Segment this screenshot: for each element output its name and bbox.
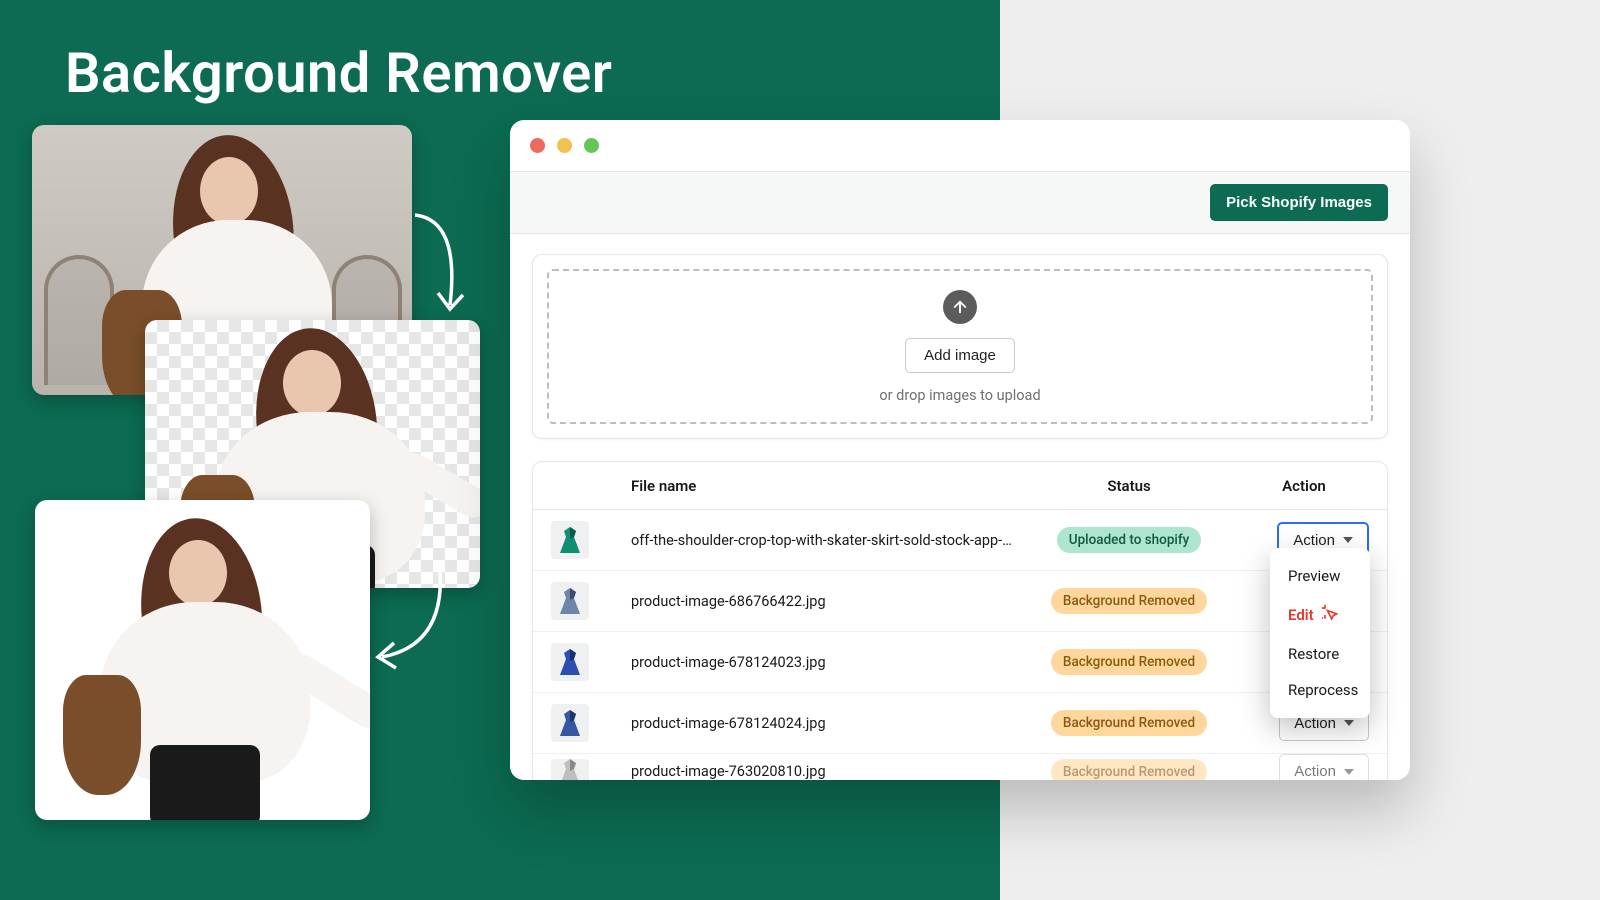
menu-preview[interactable]: Preview <box>1270 558 1370 594</box>
action-menu: Preview Edit Restore Reprocess <box>1270 548 1370 718</box>
menu-reprocess[interactable]: Reprocess <box>1270 672 1370 708</box>
toolbar: Pick Shopify Images <box>510 172 1410 234</box>
table-header: File name Status Action <box>533 462 1387 510</box>
arrow-icon <box>405 210 475 325</box>
dropzone[interactable]: Add image or drop images to upload <box>547 269 1373 424</box>
window-titlebar <box>510 120 1410 172</box>
col-action: Action <box>1239 477 1369 495</box>
col-file: File name <box>631 477 1019 495</box>
minimize-icon[interactable] <box>557 138 572 153</box>
table-row: product-image-686766422.jpg Background Re… <box>533 571 1387 632</box>
col-status: Status <box>1029 477 1229 495</box>
row-thumbnail <box>551 521 589 559</box>
menu-edit[interactable]: Edit <box>1270 594 1370 636</box>
add-image-button[interactable]: Add image <box>905 338 1015 373</box>
row-thumbnail <box>551 704 589 742</box>
close-icon[interactable] <box>530 138 545 153</box>
app-window: Pick Shopify Images Add image or drop im… <box>510 120 1410 780</box>
table-row: product-image-678124024.jpg Background Re… <box>533 693 1387 754</box>
page-title: Background Remover <box>65 40 612 106</box>
row-filename: product-image-686766422.jpg <box>631 593 1019 610</box>
chevron-down-icon <box>1344 769 1354 775</box>
preview-card-white <box>35 500 370 820</box>
table-row: off-the-shoulder-crop-top-with-skater-sk… <box>533 510 1387 571</box>
maximize-icon[interactable] <box>584 138 599 153</box>
chevron-down-icon <box>1344 720 1354 726</box>
cursor-click-icon <box>1320 603 1340 627</box>
status-badge: Background Removed <box>1051 588 1207 614</box>
row-thumbnail <box>551 582 589 620</box>
images-table: File name Status Action off-the-shoulder… <box>532 461 1388 780</box>
menu-restore[interactable]: Restore <box>1270 636 1370 672</box>
pick-shopify-images-button[interactable]: Pick Shopify Images <box>1210 184 1388 221</box>
row-thumbnail <box>551 643 589 681</box>
row-thumbnail <box>551 759 589 781</box>
table-row: product-image-678124023.jpg Background Re… <box>533 632 1387 693</box>
status-badge: Background Removed <box>1051 759 1207 781</box>
menu-edit-label: Edit <box>1288 606 1314 624</box>
upload-card: Add image or drop images to upload <box>532 254 1388 439</box>
upload-icon <box>943 290 977 324</box>
arrow-icon <box>370 565 450 675</box>
row-action-button[interactable]: Action <box>1279 754 1369 780</box>
status-badge: Background Removed <box>1051 710 1207 736</box>
status-badge: Uploaded to shopify <box>1057 527 1201 553</box>
dropzone-hint: or drop images to upload <box>879 387 1040 404</box>
row-filename: product-image-678124024.jpg <box>631 715 1019 732</box>
table-row: product-image-763020810.jpg Background Re… <box>533 754 1387 780</box>
row-filename: product-image-678124023.jpg <box>631 654 1019 671</box>
row-filename: off-the-shoulder-crop-top-with-skater-sk… <box>631 532 1019 549</box>
chevron-down-icon <box>1343 537 1353 543</box>
status-badge: Background Removed <box>1051 649 1207 675</box>
row-filename: product-image-763020810.jpg <box>631 763 1019 780</box>
